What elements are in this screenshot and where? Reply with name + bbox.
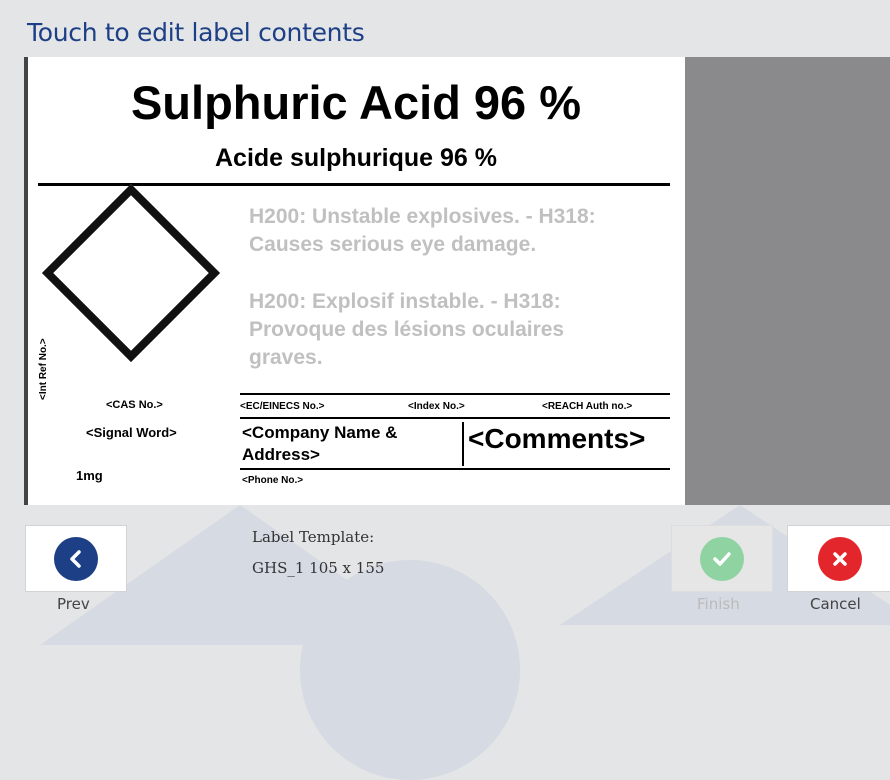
editor-side-panel <box>685 57 890 505</box>
template-heading: Label Template: <box>252 528 375 546</box>
phone-no-field[interactable]: <Phone No.> <box>242 475 303 486</box>
signal-word-field[interactable]: <Signal Word> <box>86 425 177 440</box>
divider <box>240 468 670 470</box>
template-name: GHS_1 105 x 155 <box>252 559 385 577</box>
comments-field[interactable]: <Comments> <box>468 423 645 455</box>
hazard-statement-fr[interactable]: H200: Explosif instable. - H318: <box>249 288 561 316</box>
int-ref-field[interactable]: <Int Ref No.> <box>38 338 49 400</box>
index-no-field[interactable]: <Index No.> <box>408 401 465 412</box>
hazard-statement-fr[interactable]: Provoque des lésions oculaires <box>249 316 564 344</box>
company-name-field[interactable]: <Company Name & <box>242 423 397 443</box>
hazard-statement-en[interactable]: H200: Unstable explosives. - H318: <box>249 203 596 231</box>
divider <box>240 393 670 395</box>
label-title[interactable]: Sulphuric Acid 96 % <box>38 75 674 130</box>
background-shape <box>300 560 520 780</box>
chevron-left-icon <box>54 536 98 581</box>
close-icon <box>817 536 862 581</box>
cancel-button-label[interactable]: Cancel <box>810 595 861 613</box>
hazard-statement-en[interactable]: Causes serious eye damage. <box>249 231 536 259</box>
hazard-statement-fr[interactable]: graves. <box>249 344 323 372</box>
reach-auth-field[interactable]: <REACH Auth no.> <box>542 401 632 412</box>
quantity-field[interactable]: 1mg <box>76 468 103 483</box>
prev-button[interactable] <box>25 525 127 592</box>
finish-button[interactable] <box>671 525 773 592</box>
label-canvas[interactable]: Sulphuric Acid 96 % Acide sulphurique 96… <box>38 70 674 488</box>
prev-button-label[interactable]: Prev <box>57 595 90 613</box>
cas-no-field[interactable]: <CAS No.> <box>106 399 163 411</box>
editor-frame-border <box>24 57 28 505</box>
divider <box>462 422 464 466</box>
ghs-pictogram-diamond[interactable] <box>41 183 221 363</box>
ec-einecs-field[interactable]: <EC/EINECS No.> <box>240 401 324 412</box>
finish-button-label[interactable]: Finish <box>697 595 740 613</box>
check-icon <box>700 536 744 581</box>
cancel-button[interactable] <box>787 525 890 592</box>
page-title: Touch to edit label contents <box>27 18 365 47</box>
label-subtitle[interactable]: Acide sulphurique 96 % <box>38 144 674 173</box>
divider <box>240 417 670 419</box>
company-address-field[interactable]: Address> <box>242 445 320 465</box>
